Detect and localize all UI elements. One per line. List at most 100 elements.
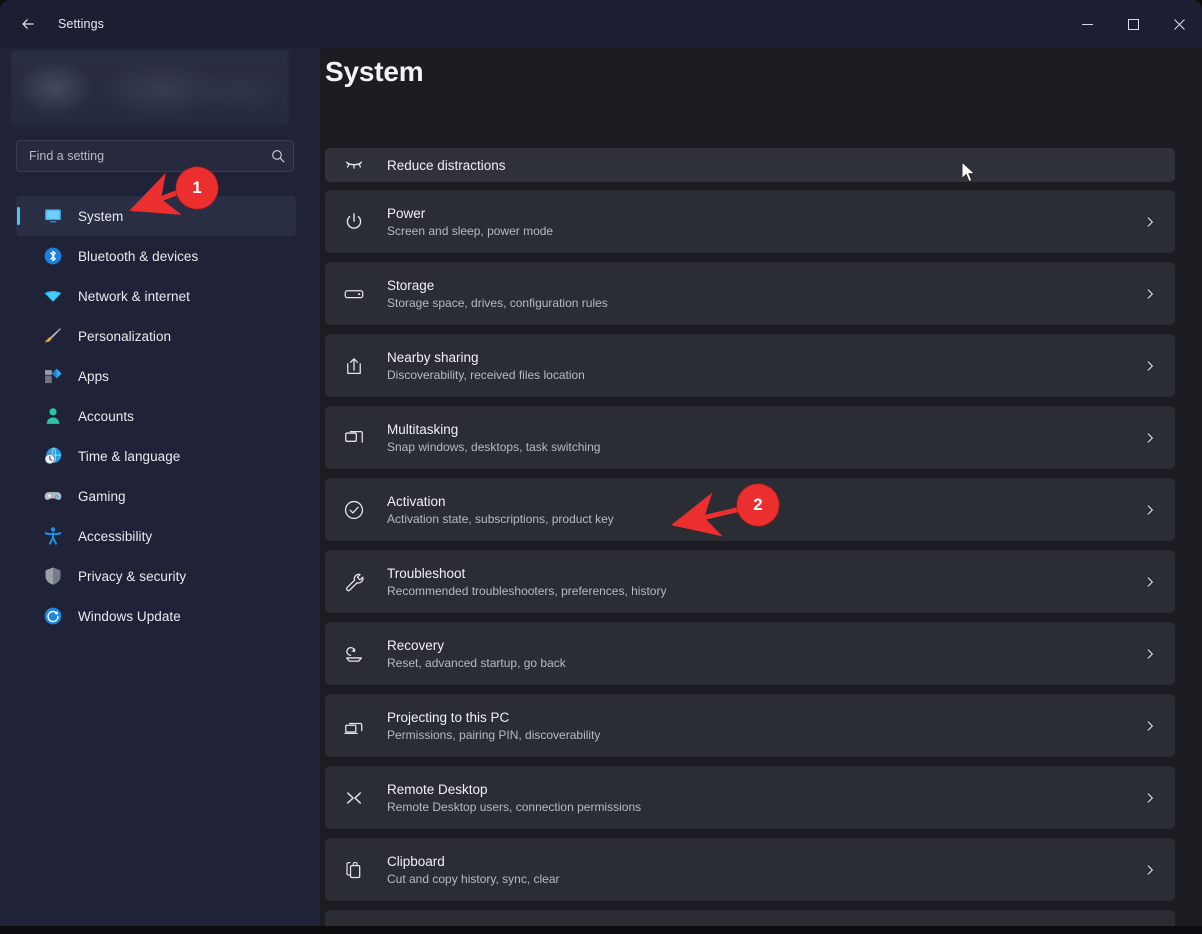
- setting-row-title: Projecting to this PC: [387, 709, 510, 725]
- setting-row-multitasking[interactable]: Multitasking Snap windows, desktops, task…: [325, 406, 1175, 469]
- window-corner-top-left: [0, 0, 10, 10]
- check-circle-icon: [339, 499, 369, 521]
- update-refresh-icon: [42, 605, 64, 627]
- sidebar-item-gaming[interactable]: Gaming: [16, 476, 296, 516]
- setting-row-reduce-distractions[interactable]: Reduce distractions: [325, 148, 1175, 182]
- setting-row-recovery[interactable]: Recovery Reset, advanced startup, go back: [325, 622, 1175, 685]
- setting-row-title: Nearby sharing: [387, 349, 479, 365]
- chevron-right-icon[interactable]: [1143, 791, 1157, 805]
- sidebar-item-windows-update[interactable]: Windows Update: [16, 596, 296, 636]
- sidebar-item-label: Time & language: [78, 448, 181, 464]
- chevron-right-icon[interactable]: [1143, 359, 1157, 373]
- settings-sidebar: System Bluetooth & devices Network & inter…: [0, 48, 320, 934]
- setting-row-title: Reduce distractions: [387, 157, 506, 173]
- setting-row-projecting-to-this-pc[interactable]: Projecting to this PC Permissions, pairin…: [325, 694, 1175, 757]
- setting-row-storage[interactable]: Storage Storage space, drives, configurat…: [325, 262, 1175, 325]
- sidebar-item-network-internet[interactable]: Network & internet: [16, 276, 296, 316]
- storage-drive-icon: [339, 283, 369, 305]
- window-corner-top-right: [1192, 0, 1202, 10]
- sidebar-item-label: Accessibility: [78, 528, 153, 544]
- setting-row-title: Storage: [387, 277, 435, 293]
- sidebar-item-apps[interactable]: Apps: [16, 356, 296, 396]
- sidebar-item-label: Gaming: [78, 488, 126, 504]
- setting-row-title: Power: [387, 205, 426, 221]
- chevron-right-icon[interactable]: [1143, 575, 1157, 589]
- sidebar-item-accounts[interactable]: Accounts: [16, 396, 296, 436]
- sidebar-item-time-language[interactable]: Time & language: [16, 436, 296, 476]
- setting-row-subtitle: Cut and copy history, sync, clear: [387, 871, 560, 886]
- setting-row-subtitle: Reset, advanced startup, go back: [387, 655, 566, 670]
- sidebar-item-label: Accounts: [78, 408, 134, 424]
- setting-row-subtitle: Storage space, drives, configuration rul…: [387, 295, 608, 310]
- window-controls: [1064, 0, 1202, 48]
- sidebar-item-system[interactable]: System: [16, 196, 296, 236]
- setting-row-troubleshoot[interactable]: Troubleshoot Recommended troubleshooters,…: [325, 550, 1175, 613]
- settings-window: Settings Find a setting System Bluetooth…: [0, 0, 1202, 934]
- sidebar-item-privacy-security[interactable]: Privacy & security: [16, 556, 296, 596]
- titlebar-left-group: Settings: [0, 0, 104, 48]
- remote-desktop-icon: [339, 787, 369, 809]
- sidebar-item-label: Windows Update: [78, 608, 181, 624]
- recovery-icon: [339, 643, 369, 665]
- setting-row-title: Troubleshoot: [387, 565, 466, 581]
- user-profile-blurred[interactable]: [11, 50, 289, 126]
- window-bottom-edge: [0, 926, 1202, 934]
- sidebar-item-accessibility[interactable]: Accessibility: [16, 516, 296, 556]
- sidebar-item-label: Bluetooth & devices: [78, 248, 199, 264]
- setting-row-text: Reduce distractions: [387, 157, 1175, 174]
- annotation-badge-2: 2: [737, 484, 779, 526]
- gamepad-icon: [42, 485, 64, 507]
- setting-row-text: Storage Storage space, drives, configurat…: [387, 277, 1143, 311]
- page-header-background: [320, 48, 1202, 104]
- sidebar-item-label: Network & internet: [78, 288, 190, 304]
- chevron-right-icon[interactable]: [1143, 719, 1157, 733]
- clock-globe-icon: [42, 445, 64, 467]
- setting-row-subtitle: Permissions, pairing PIN, discoverabilit…: [387, 727, 601, 742]
- setting-row-nearby-sharing[interactable]: Nearby sharing Discoverability, received …: [325, 334, 1175, 397]
- chevron-right-icon[interactable]: [1143, 503, 1157, 517]
- setting-row-title: Recovery: [387, 637, 445, 653]
- clipboard-icon: [339, 859, 369, 881]
- setting-row-text: Power Screen and sleep, power mode: [387, 205, 1143, 239]
- setting-row-remote-desktop[interactable]: Remote Desktop Remote Desktop users, conn…: [325, 766, 1175, 829]
- sidebar-item-label: System: [78, 208, 124, 224]
- setting-row-clipboard[interactable]: Clipboard Cut and copy history, sync, cle…: [325, 838, 1175, 901]
- setting-row-title: Multitasking: [387, 421, 459, 437]
- search-box[interactable]: [16, 140, 294, 172]
- system-monitor-icon: [42, 205, 64, 227]
- setting-row-text: Projecting to this PC Permissions, pairin…: [387, 709, 1143, 743]
- setting-row-title: Remote Desktop: [387, 781, 488, 797]
- chevron-right-icon[interactable]: [1143, 287, 1157, 301]
- search-container: [16, 140, 294, 172]
- sidebar-item-personalization[interactable]: Personalization: [16, 316, 296, 356]
- sidebar-item-label: Privacy & security: [78, 568, 187, 584]
- wifi-icon: [42, 285, 64, 307]
- focus-icon: [339, 154, 369, 176]
- multitasking-icon: [339, 427, 369, 449]
- setting-row-power[interactable]: Power Screen and sleep, power mode: [325, 190, 1175, 253]
- chevron-right-icon[interactable]: [1143, 431, 1157, 445]
- wrench-icon: [339, 571, 369, 593]
- page-title: System: [325, 56, 424, 87]
- setting-row-text: Multitasking Snap windows, desktops, task…: [387, 421, 1143, 455]
- minimize-icon[interactable]: [1064, 0, 1110, 48]
- projecting-icon: [339, 715, 369, 737]
- chevron-right-icon[interactable]: [1143, 215, 1157, 229]
- setting-row-title: Clipboard: [387, 853, 445, 869]
- search-input[interactable]: [29, 149, 271, 163]
- window-titlebar: Settings: [0, 0, 1202, 48]
- maximize-icon[interactable]: [1110, 0, 1156, 48]
- setting-row-text: Nearby sharing Discoverability, received …: [387, 349, 1143, 383]
- chevron-right-icon[interactable]: [1143, 863, 1157, 877]
- setting-row-text: Remote Desktop Remote Desktop users, conn…: [387, 781, 1143, 815]
- chevron-right-icon[interactable]: [1143, 647, 1157, 661]
- sidebar-nav-list: System Bluetooth & devices Network & inter…: [16, 196, 296, 636]
- setting-row-subtitle: Screen and sleep, power mode: [387, 223, 554, 238]
- setting-row-subtitle: Snap windows, desktops, task switching: [387, 439, 601, 454]
- share-icon: [339, 355, 369, 377]
- apps-icon: [42, 365, 64, 387]
- setting-row-text: Troubleshoot Recommended troubleshooters,…: [387, 565, 1143, 599]
- sidebar-item-bluetooth-devices[interactable]: Bluetooth & devices: [16, 236, 296, 276]
- back-arrow-icon[interactable]: [6, 8, 50, 40]
- sidebar-item-label: Apps: [78, 368, 109, 384]
